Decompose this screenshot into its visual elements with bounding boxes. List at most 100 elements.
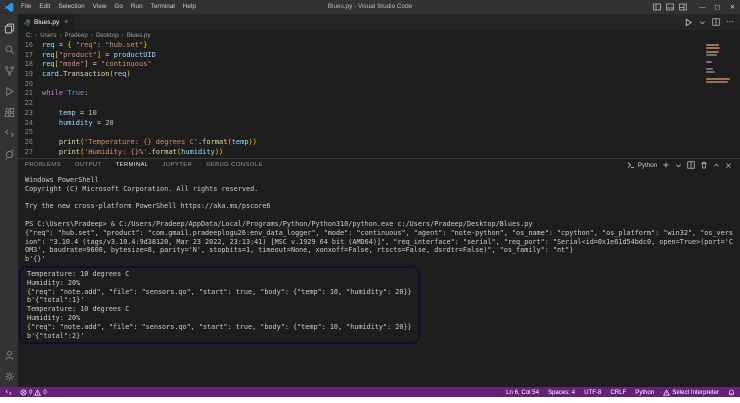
breadcrumb-item[interactable]: Desktop [96, 32, 119, 39]
editor-tab-bar: Blues.py × ⋯ [18, 14, 740, 30]
remote-icon [5, 389, 12, 396]
select-interpreter[interactable]: Select Interpreter [663, 389, 719, 396]
terminal-line [25, 211, 733, 220]
terminal-process-select[interactable]: Python [627, 161, 657, 169]
terminal-dropdown-icon[interactable] [675, 162, 682, 169]
line-number: 25 [18, 128, 42, 138]
token: while [42, 89, 67, 97]
tab-close-icon[interactable]: × [64, 19, 68, 26]
source-control-icon[interactable] [0, 60, 18, 81]
token: humidity [181, 148, 215, 156]
run-dropdown-icon[interactable] [699, 19, 706, 26]
jupyter-icon[interactable] [0, 144, 18, 165]
breadcrumb-separator: › [59, 32, 61, 39]
minimize-button[interactable]: — [695, 0, 710, 14]
language-mode[interactable]: Python [635, 389, 654, 396]
menu-terminal[interactable]: Terminal [147, 0, 179, 14]
close-button[interactable]: ✕ [725, 0, 740, 14]
code-line: 22 [18, 99, 740, 109]
close-panel-icon[interactable] [725, 162, 732, 169]
minimap-line [706, 47, 720, 49]
settings-gear-icon[interactable] [0, 366, 18, 387]
token: print [59, 148, 80, 156]
code-line: 16req = { "req": "hub.set"} [18, 41, 740, 51]
line-number: 24 [18, 119, 42, 129]
menu-run[interactable]: Run [127, 0, 147, 14]
problems-indicator[interactable]: 0 0 [20, 389, 47, 396]
line-number: 16 [18, 41, 42, 51]
breadcrumb-item[interactable]: Pradeep [64, 32, 87, 39]
line-number: 17 [18, 51, 42, 61]
cursor-position[interactable]: Ln 6, Col 54 [506, 389, 539, 396]
notifications-bell[interactable] [728, 389, 735, 396]
panel-tab-jupyter[interactable]: JUPYTER [156, 159, 200, 172]
vscode-logo-icon [4, 2, 14, 12]
remote-indicator[interactable] [5, 389, 12, 396]
panel-tab-problems[interactable]: PROBLEMS [18, 159, 68, 172]
menu-file[interactable]: File [17, 0, 35, 14]
menu-selection[interactable]: Selection [54, 0, 88, 14]
remote-explorer-icon[interactable] [0, 123, 18, 144]
token: format [152, 148, 177, 156]
breadcrumb: C:›Users›Pradeep›Desktop›Blues.py [18, 30, 740, 41]
token: } [143, 41, 147, 49]
run-debug-icon[interactable] [0, 81, 18, 102]
indentation[interactable]: Spaces: 4 [548, 389, 575, 396]
menu-edit[interactable]: Edit [35, 0, 54, 14]
code-text: print('Humidity: {}%'.format(humidity)) [42, 148, 223, 158]
code-text: req = { "req": "hub.set"} [42, 41, 147, 51]
breadcrumb-item[interactable]: Blues.py [127, 32, 151, 39]
menu-go[interactable]: Go [110, 0, 127, 14]
terminal-line: Temperature: 10 degrees C [27, 270, 412, 279]
new-terminal-icon[interactable] [662, 161, 670, 169]
terminal-line: Humidity: 20% [27, 314, 412, 323]
token: )) [215, 148, 223, 156]
breadcrumb-item[interactable]: Users [40, 32, 56, 39]
split-terminal-icon[interactable] [687, 161, 695, 169]
run-python-file-icon[interactable] [684, 18, 693, 27]
encoding[interactable]: UTF-8 [584, 389, 601, 396]
token: 'Humidity: {}%' [84, 148, 147, 156]
tab-blues-py[interactable]: Blues.py × [18, 14, 75, 30]
panel-tab-terminal[interactable]: TERMINAL [109, 159, 156, 172]
token: card [42, 70, 59, 78]
minimap-line [706, 68, 713, 70]
tab-label: Blues.py [34, 19, 59, 26]
minimap[interactable] [706, 44, 732, 85]
split-editor-icon[interactable] [712, 18, 720, 26]
terminal-line: {"req": "note.add", "file": "sensors.qo"… [27, 323, 412, 332]
eol-sequence[interactable]: CRLF [610, 389, 626, 396]
code-line: 23 temp = 10 [18, 109, 740, 119]
python-file-icon [24, 19, 31, 26]
minimap-line [706, 44, 719, 46]
code-editor[interactable]: 16req = { "req": "hub.set"}17req["produc… [18, 41, 740, 158]
code-line: 26 print('Temperature: {} degrees C'.for… [18, 138, 740, 148]
account-icon[interactable] [0, 345, 18, 366]
search-icon[interactable] [0, 39, 18, 60]
annotation-highlight: Temperature: 10 degrees C Humidity: 20%{"… [19, 266, 420, 344]
title-bar: FileEditSelectionViewGoRunTerminalHelp B… [0, 0, 740, 14]
menu-view[interactable]: View [89, 0, 111, 14]
panel-tab-debug-console[interactable]: DEBUG CONSOLE [199, 159, 270, 172]
token: ) [126, 70, 130, 78]
panel-tabs: PROBLEMSOUTPUTTERMINALJUPYTERDEBUG CONSO… [18, 159, 270, 172]
customize-layout-icon[interactable] [679, 3, 687, 11]
breadcrumb-item[interactable]: C: [26, 32, 32, 39]
toggle-panel-icon[interactable] [666, 3, 674, 11]
toggle-sidebar-icon[interactable] [653, 3, 661, 11]
terminal-block: Windows PowerShellCopyright (C) Microsof… [25, 176, 733, 264]
code-lines: 16req = { "req": "hub.set"}17req["produc… [18, 41, 740, 157]
maximize-panel-icon[interactable] [713, 162, 720, 169]
code-line: 27 print('Humidity: {}%'.format(humidity… [18, 148, 740, 158]
maximize-button[interactable]: ▢ [710, 0, 725, 14]
extensions-icon[interactable] [0, 102, 18, 123]
menu-help[interactable]: Help [179, 0, 200, 14]
terminal-output[interactable]: Windows PowerShellCopyright (C) Microsof… [18, 171, 740, 387]
panel-actions: Python [627, 161, 740, 169]
more-actions-icon[interactable]: ⋯ [726, 14, 734, 30]
panel-tab-output[interactable]: OUTPUT [68, 159, 109, 172]
kill-terminal-icon[interactable] [700, 161, 708, 169]
status-bar: 0 0 Ln 6, Col 54 Spaces: 4 UTF-8 CRLF Py… [0, 387, 740, 397]
explorer-icon[interactable] [0, 18, 18, 39]
token: temp [59, 109, 76, 117]
